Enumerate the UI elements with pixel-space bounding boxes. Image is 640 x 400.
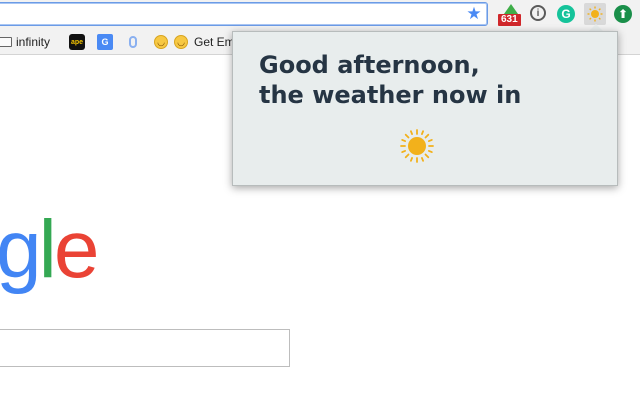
extension-badge-button[interactable]: 631: [498, 3, 524, 27]
address-bar[interactable]: ★: [0, 2, 488, 26]
up-triangle-icon: [504, 4, 518, 14]
badge-count: 631: [498, 14, 521, 26]
google-logo: gle: [0, 200, 100, 300]
sun-icon: [587, 6, 603, 22]
bookmark-google-translate[interactable]: G: [97, 33, 113, 51]
logo-letter-g: g: [0, 204, 42, 295]
google-translate-icon: G: [97, 34, 113, 50]
bookmark-ape[interactable]: ape: [69, 33, 85, 51]
smiley-icon: ◡: [174, 35, 188, 49]
grammarly-icon: G: [561, 7, 571, 21]
greeting-line-1: Good afternoon,: [259, 51, 480, 79]
weather-extension-button[interactable]: [584, 3, 606, 25]
search-input[interactable]: [0, 329, 290, 367]
bookmark-infinity[interactable]: infinity: [0, 33, 50, 51]
up-arrow-icon: ⬆: [617, 7, 629, 21]
info-icon: i: [536, 7, 540, 19]
grammarly-extension-button[interactable]: G: [557, 5, 575, 23]
browser-window: ★ 631 i G ⬆ infinity ape G ◡ ◡ Get Em gl…: [0, 0, 640, 400]
browser-toolbar: ★ 631 i G ⬆: [0, 0, 640, 30]
logo-letter-l: l: [38, 204, 57, 295]
bookmark-get-em[interactable]: ◡ Get Em: [174, 33, 235, 51]
logo-letter-e: e: [53, 204, 100, 295]
ape-icon: ape: [69, 34, 85, 50]
update-extension-button[interactable]: ⬆: [614, 5, 632, 23]
folder-icon: [0, 37, 12, 47]
sun-icon: [399, 128, 435, 164]
microphone-icon: [129, 36, 137, 48]
smiley-icon: ◡: [154, 35, 168, 49]
greeting-line-2: the weather now in: [259, 81, 522, 109]
bookmark-voice[interactable]: [129, 33, 137, 51]
bookmark-label: Get Em: [194, 35, 235, 49]
info-extension-button[interactable]: i: [530, 5, 546, 21]
bookmark-label: infinity: [16, 35, 51, 49]
bookmark-emoji-1[interactable]: ◡: [154, 33, 168, 51]
star-icon[interactable]: ★: [465, 5, 483, 23]
greeting-text: Good afternoon, the weather now in: [259, 50, 521, 110]
weather-popup: Good afternoon, the weather now in: [232, 31, 618, 186]
